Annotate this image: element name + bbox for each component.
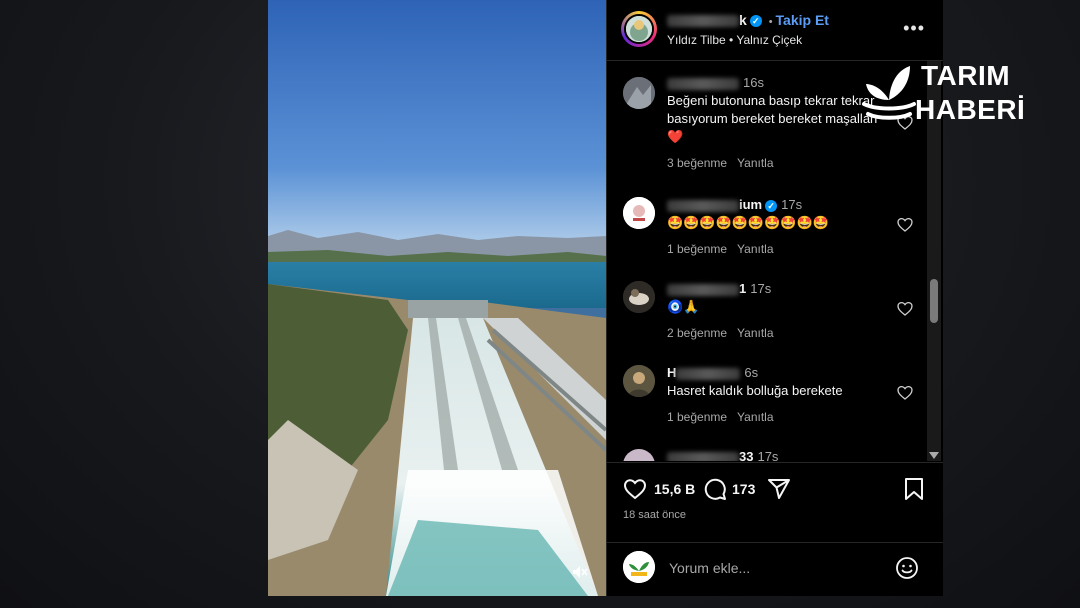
commenter-username-redacted xyxy=(667,283,739,296)
audio-separator: • xyxy=(729,33,734,47)
mute-icon[interactable] xyxy=(572,564,588,580)
comment-heart-icon[interactable] xyxy=(897,217,913,233)
reel-video[interactable] xyxy=(268,0,606,596)
commenter-avatar[interactable] xyxy=(623,77,655,109)
follow-button[interactable]: Takip Et xyxy=(776,12,829,28)
comment-likes[interactable]: 1 beğenme xyxy=(667,242,727,256)
commenter-username[interactable]: 1 xyxy=(739,281,746,296)
audio-title[interactable]: Yalnız Çiçek xyxy=(736,33,802,47)
comments-count[interactable]: 173 xyxy=(732,481,755,497)
comment-text: 🧿🙏 xyxy=(667,299,700,314)
comment-text: Hasret kaldık bolluğa berekete xyxy=(667,383,843,398)
reply-button[interactable]: Yanıtla xyxy=(737,242,773,256)
reply-button[interactable]: Yanıtla xyxy=(737,156,773,170)
comment-heart-icon[interactable] xyxy=(897,301,913,317)
comment-time: 6s xyxy=(744,365,759,380)
commenter-username-redacted xyxy=(667,199,739,212)
comment-heart-icon[interactable] xyxy=(897,385,913,401)
bookmark-icon[interactable] xyxy=(903,477,925,501)
commenter-avatar[interactable] xyxy=(623,365,655,397)
dam-spillway-image xyxy=(268,0,606,596)
comment-time: 17s xyxy=(757,449,779,461)
commenter-avatar[interactable] xyxy=(623,449,655,461)
logo-line1: TARIM xyxy=(921,60,1011,91)
author-username-redacted xyxy=(667,15,739,28)
reply-button[interactable]: Yanıtla xyxy=(737,410,773,424)
comment-likes[interactable]: 2 beğenme xyxy=(667,326,727,340)
commenter-username[interactable]: 33 xyxy=(739,449,753,461)
comment-likes[interactable]: 3 beğenme xyxy=(667,156,727,170)
share-icon[interactable] xyxy=(767,477,791,501)
heart-emoji: ❤️ xyxy=(667,129,684,144)
comment-time: 17s xyxy=(781,197,803,212)
sprout-logo-icon xyxy=(862,66,916,120)
post-actions-bar: 15,6 B 173 18 saat önce xyxy=(607,462,943,543)
comment-text: 🤩🤩🤩🤩🤩🤩🤩🤩🤩🤩 xyxy=(667,215,829,230)
heart-icon[interactable] xyxy=(623,477,647,501)
add-comment-bar xyxy=(607,542,943,597)
likes-count[interactable]: 15,6 B xyxy=(654,481,695,497)
commenter-username[interactable]: H xyxy=(667,365,676,380)
comment-input[interactable] xyxy=(667,555,881,581)
comment-icon[interactable] xyxy=(703,477,727,501)
audio-artist[interactable]: Yıldız Tilbe xyxy=(667,33,726,47)
emoji-icon[interactable] xyxy=(895,556,919,580)
verified-icon: ✓ xyxy=(749,15,762,28)
header-separator: • xyxy=(768,16,773,28)
comment-time: 17s xyxy=(750,281,772,296)
author-avatar[interactable] xyxy=(621,11,657,47)
more-options-button[interactable]: ••• xyxy=(903,18,925,39)
commenter-username[interactable]: ium xyxy=(739,197,762,212)
post-time-ago[interactable]: 18 saat önce xyxy=(623,509,686,521)
comment-time: 16s xyxy=(743,75,764,90)
verified-icon: ✓ xyxy=(765,199,778,212)
commenter-username-redacted xyxy=(667,451,739,461)
current-user-avatar xyxy=(623,551,655,583)
scroll-down-arrow[interactable] xyxy=(929,452,939,459)
comment-text: Beğeni butonuna basıp tekrar tekrar bası… xyxy=(667,93,878,126)
reply-button[interactable]: Yanıtla xyxy=(737,326,773,340)
commenter-avatar[interactable] xyxy=(623,281,655,313)
comment-likes[interactable]: 1 beğenme xyxy=(667,410,727,424)
commenter-avatar[interactable] xyxy=(623,197,655,229)
logo-line2: HABERİ xyxy=(915,94,1026,125)
tarim-haberi-logo: TARIM HABERİ xyxy=(860,58,1040,130)
commenter-username-redacted xyxy=(667,77,739,90)
commenter-username-redacted xyxy=(676,367,741,380)
post-header: k ✓ • Takip Et Yıldız Tilbe • Yalnız Çiçek… xyxy=(607,0,943,61)
scrollbar-thumb[interactable] xyxy=(930,279,938,323)
author-username[interactable]: k xyxy=(739,12,747,28)
